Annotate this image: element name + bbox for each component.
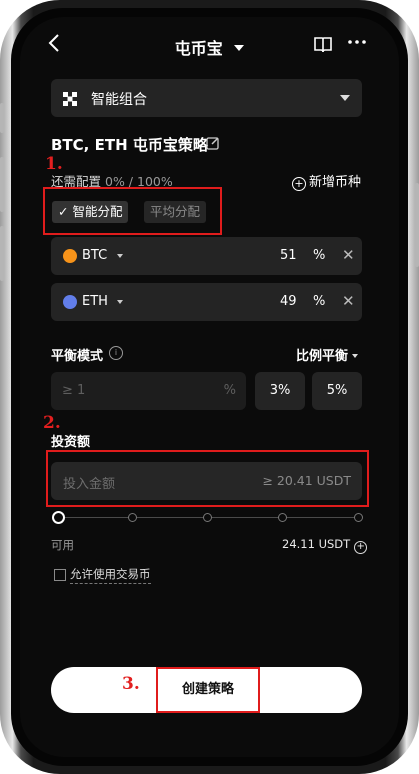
coin-name: BTC (82, 248, 108, 263)
coin-percent-input[interactable]: 51 (280, 248, 297, 263)
add-coin-label: 新增币种 (309, 175, 362, 190)
investment-amount-input[interactable]: 投入金额 ≥ 20.41 USDT (51, 462, 362, 500)
close-icon[interactable]: ✕ (342, 292, 355, 310)
available-balance: 24.11 USDT + (282, 537, 368, 554)
strategy-title: BTC, ETH 屯币宝策略 (51, 136, 208, 154)
chevron-down-icon (117, 254, 123, 258)
side-button-left-1 (0, 103, 4, 133)
book-icon[interactable] (313, 36, 333, 54)
slider-stop-75[interactable] (278, 513, 287, 522)
smart-allocation-chip[interactable]: ✓ 智能分配 (52, 201, 129, 223)
page-title[interactable]: 屯币宝 (20, 35, 399, 59)
create-strategy-label: 创建策略 (181, 682, 234, 697)
more-horizontal-icon[interactable] (347, 32, 367, 57)
coin-percent-input[interactable]: 49 (280, 294, 297, 309)
ratio-option-5[interactable]: 5% (312, 372, 362, 410)
coin-percent-unit: % (313, 248, 326, 263)
investment-placeholder: 投入金额 (63, 477, 116, 492)
side-button-left-3 (0, 226, 4, 281)
balance-mode-label: 平衡模式 (51, 349, 104, 364)
chevron-down-icon (352, 354, 359, 358)
page-title-text: 屯币宝 (174, 39, 223, 58)
annotation-step-3: 3. (122, 674, 140, 694)
investment-label: 投资额 (51, 435, 91, 450)
chevron-down-icon (117, 300, 123, 304)
close-icon[interactable]: ✕ (342, 246, 355, 264)
trade-coin-checkbox[interactable] (54, 569, 66, 581)
combo-select-label: 智能组合 (91, 92, 147, 108)
slider-stop-25[interactable] (128, 513, 137, 522)
side-button-left-2 (0, 157, 4, 212)
title-caret-icon (234, 45, 245, 51)
app-screen: 屯币宝 智能组合 BTC, ETH 屯币宝策略 1. 还需配置 0% / 100… (20, 17, 399, 757)
balance-ratio-input[interactable]: ≥ 1 % (51, 372, 246, 410)
edit-icon[interactable] (206, 135, 220, 150)
coin-row-btc[interactable]: BTC 51 % ✕ (51, 237, 362, 275)
chevron-down-icon (340, 95, 350, 101)
btc-logo-icon (63, 249, 77, 263)
slider-handle[interactable] (52, 511, 65, 524)
plus-circle-icon[interactable]: + (354, 541, 368, 554)
available-label: 可用 (51, 538, 74, 552)
plus-circle-icon: + (292, 177, 306, 191)
coin-percent-unit: % (313, 294, 326, 309)
add-coin-button[interactable]: + 新增币种 (292, 171, 361, 191)
eth-logo-icon (63, 295, 77, 309)
ratio-option-3[interactable]: 3% (255, 372, 305, 410)
grid-icon (63, 91, 77, 106)
coin-row-eth[interactable]: ETH 49 % ✕ (51, 283, 362, 321)
balance-ratio-unit: % (223, 383, 236, 398)
trade-coin-checkbox-label[interactable]: 允许使用交易币 (70, 566, 151, 584)
investment-min-hint: ≥ 20.41 USDT (262, 473, 351, 488)
annotation-step-2: 2. (43, 413, 61, 433)
slider-stop-50[interactable] (203, 513, 212, 522)
available-value: 24.11 USDT (282, 537, 351, 551)
combo-select[interactable]: 智能组合 (51, 79, 362, 117)
info-icon[interactable]: i (109, 346, 123, 360)
balance-mode-select[interactable]: 比例平衡 (296, 345, 359, 364)
phone-frame: 屯币宝 智能组合 BTC, ETH 屯币宝策略 1. 还需配置 0% / 100… (0, 0, 419, 774)
even-allocation-chip[interactable]: 平均分配 (144, 201, 207, 223)
balance-ratio-placeholder: ≥ 1 (62, 383, 86, 398)
balance-mode-value: 比例平衡 (296, 349, 349, 364)
coin-name: ETH (82, 294, 108, 309)
side-button-right (415, 183, 419, 267)
slider-stop-100[interactable] (354, 513, 363, 522)
